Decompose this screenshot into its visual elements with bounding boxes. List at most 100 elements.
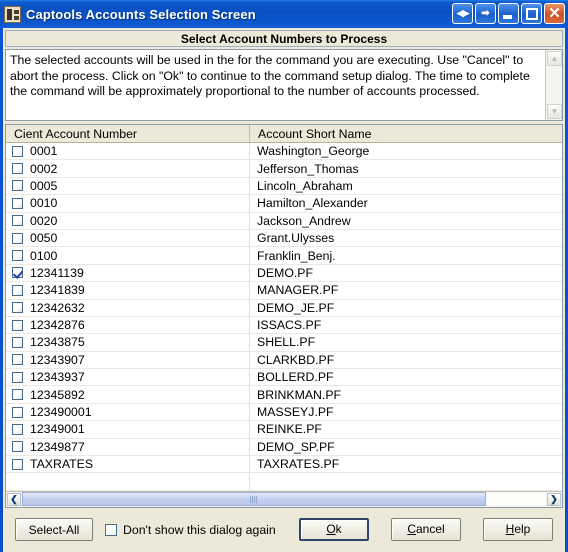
- column-header-account-number[interactable]: Cient Account Number: [6, 125, 250, 142]
- row-select-checkbox[interactable]: [12, 232, 23, 244]
- instructions-panel: The selected accounts will be used in th…: [5, 49, 563, 121]
- hscroll-track[interactable]: [22, 492, 546, 507]
- table-row[interactable]: 12343937 BOLLERD.PF: [6, 369, 562, 387]
- table-row[interactable]: 12343907 CLARKBD.PF: [6, 351, 562, 370]
- cell-account-number: 0005: [6, 177, 250, 195]
- row-select-checkbox[interactable]: [12, 441, 23, 453]
- column-header-short-name[interactable]: Account Short Name: [250, 125, 562, 142]
- row-select-checkbox[interactable]: [12, 145, 23, 157]
- cell-short-name: Hamilton_Alexander: [257, 196, 368, 211]
- cell-short-name: ISSACS.PF: [257, 318, 322, 333]
- restore-window-button[interactable]: ➡: [475, 3, 496, 24]
- table-row[interactable]: 12349001 REINKE.PF: [6, 421, 562, 439]
- close-button[interactable]: ✕: [544, 3, 565, 24]
- cancel-button[interactable]: Cancel: [391, 517, 461, 541]
- account-number-text: 0100: [30, 248, 58, 263]
- resize-horizontal-button[interactable]: ◀▶: [452, 3, 473, 24]
- table-row[interactable]: 0100 Franklin_Benj.: [6, 247, 562, 265]
- dont-show-again-checkbox[interactable]: [105, 523, 117, 536]
- banner-title: Select Account Numbers to Process: [180, 31, 388, 46]
- cell-account-number: 12341839: [6, 282, 250, 299]
- cell-account-number: 12343937: [6, 369, 250, 386]
- row-select-checkbox[interactable]: [12, 197, 23, 209]
- table-row[interactable]: 12349877 DEMO_SP.PF: [6, 438, 562, 457]
- table-row[interactable]: 12343875 SHELL.PF: [6, 334, 562, 352]
- chevron-down-icon[interactable]: ▼: [547, 104, 562, 119]
- account-number-text: 0020: [30, 213, 58, 228]
- table-horizontal-scrollbar[interactable]: ❮ ❯: [6, 490, 562, 507]
- row-select-checkbox[interactable]: [12, 423, 23, 435]
- chevron-left-icon[interactable]: ❮: [7, 492, 21, 506]
- cell-account-number: 123490001: [6, 403, 250, 421]
- chevron-up-icon[interactable]: ▲: [547, 51, 562, 66]
- cell-account-number: 12343875: [6, 334, 250, 351]
- cell-account-number: 12341139: [6, 264, 250, 282]
- row-select-checkbox[interactable]: [12, 406, 23, 418]
- cell-account-number: 0100: [6, 247, 250, 264]
- table-row[interactable]: 12342876 ISSACS.PF: [6, 316, 562, 335]
- account-number-text: 12343875: [30, 335, 85, 350]
- ok-button-mnemonic: O: [326, 522, 336, 537]
- row-select-checkbox[interactable]: [12, 267, 23, 279]
- dont-show-again-option[interactable]: Don't show this dialog again: [105, 523, 276, 537]
- ok-button[interactable]: Ok: [299, 517, 369, 541]
- row-select-checkbox[interactable]: [12, 354, 23, 366]
- row-select-checkbox[interactable]: [12, 319, 23, 331]
- table-body: 0001 Washington_George 0002 Jefferson_Thoma…: [6, 143, 562, 491]
- table-row[interactable]: [6, 473, 562, 491]
- table-row[interactable]: 0005 Lincoln_Abraham: [6, 177, 562, 196]
- row-select-checkbox[interactable]: [12, 180, 23, 192]
- table-row[interactable]: TAXRATES TAXRATES.PF: [6, 456, 562, 474]
- window-title: Captools Accounts Selection Screen: [26, 6, 256, 22]
- row-select-checkbox[interactable]: [12, 302, 23, 314]
- maximize-button[interactable]: [521, 3, 542, 24]
- table-row[interactable]: 0002 Jefferson_Thomas: [6, 160, 562, 178]
- table-row[interactable]: 12345892 BRINKMAN.PF: [6, 386, 562, 404]
- cell-short-name: DEMO.PF: [257, 265, 314, 280]
- cell-account-number: 0050: [6, 229, 250, 247]
- table-row[interactable]: 0010 Hamilton_Alexander: [6, 195, 562, 213]
- table-row[interactable]: 0050 Grant.Ulysses: [6, 229, 562, 248]
- dont-show-again-label: Don't show this dialog again: [123, 522, 276, 537]
- chevron-right-icon[interactable]: ❯: [547, 492, 561, 506]
- instructions-vertical-scrollbar[interactable]: ▲ ▼: [545, 50, 562, 120]
- cell-account-number: 12345892: [6, 386, 250, 403]
- select-all-button[interactable]: Select-All: [15, 518, 93, 542]
- cell-short-name: MANAGER.PF: [257, 283, 339, 298]
- cell-short-name: Lincoln_Abraham: [257, 178, 353, 193]
- table-row[interactable]: 0020 Jackson_Andrew: [6, 212, 562, 230]
- minimize-button[interactable]: [498, 3, 519, 24]
- row-select-checkbox[interactable]: [12, 336, 23, 348]
- cell-short-name: Franklin_Benj.: [257, 248, 336, 263]
- cell-short-name: DEMO_SP.PF: [257, 439, 335, 454]
- cell-short-name: MASSEYJ.PF: [257, 405, 334, 420]
- titlebar-button-group: ◀▶ ➡ ✕: [452, 3, 565, 24]
- cell-short-name: BRINKMAN.PF: [257, 387, 342, 402]
- row-select-checkbox[interactable]: [12, 389, 23, 401]
- cell-short-name: DEMO_JE.PF: [257, 300, 335, 315]
- cell-account-number: 12342876: [6, 316, 250, 334]
- cell-short-name: TAXRATES.PF: [257, 457, 340, 472]
- table-row[interactable]: 123490001 MASSEYJ.PF: [6, 403, 562, 422]
- cell-short-name: Jefferson_Thomas: [257, 161, 359, 176]
- table-row[interactable]: 12341139 DEMO.PF: [6, 264, 562, 283]
- hscroll-thumb[interactable]: [22, 492, 486, 507]
- account-number-text: 12343937: [30, 370, 85, 385]
- title-bar[interactable]: Captools Accounts Selection Screen ◀▶ ➡ …: [0, 0, 568, 28]
- row-select-checkbox[interactable]: [12, 163, 23, 175]
- row-select-checkbox[interactable]: [12, 458, 23, 470]
- row-select-checkbox[interactable]: [12, 250, 23, 262]
- account-number-text: 12342632: [30, 300, 85, 315]
- account-number-text: 12349001: [30, 422, 85, 437]
- cell-short-name: [250, 473, 562, 489]
- cell-account-number: 12342632: [6, 299, 250, 316]
- table-row[interactable]: 12341839 MANAGER.PF: [6, 282, 562, 300]
- row-select-checkbox[interactable]: [12, 284, 23, 296]
- cell-account-number: 12349001: [6, 421, 250, 438]
- table-row[interactable]: 0001 Washington_George: [6, 143, 562, 161]
- row-select-checkbox[interactable]: [12, 215, 23, 227]
- table-row[interactable]: 12342632 DEMO_JE.PF: [6, 299, 562, 317]
- cell-short-name: SHELL.PF: [257, 335, 316, 350]
- row-select-checkbox[interactable]: [12, 371, 23, 383]
- help-button[interactable]: Help: [483, 517, 553, 541]
